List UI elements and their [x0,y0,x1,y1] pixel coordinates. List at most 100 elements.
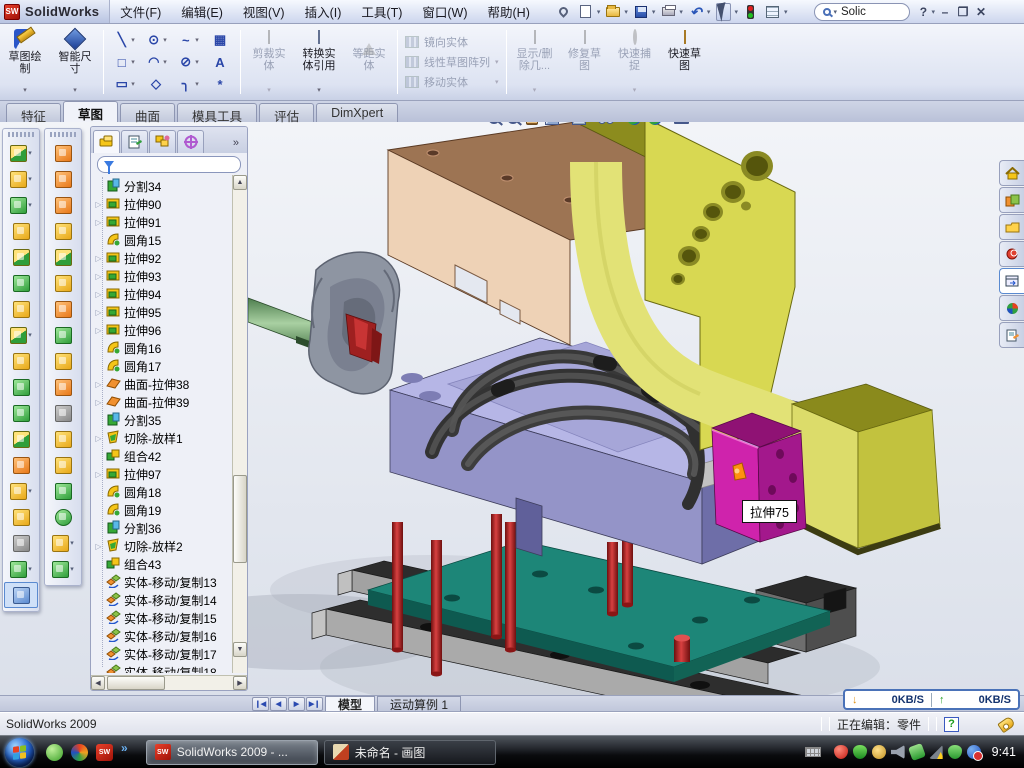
scroll-right-button[interactable]: ▶ [233,676,247,690]
spline-curve-button[interactable]: ▾ [4,556,38,582]
expand-arrow-icon[interactable]: ▷ [94,218,103,227]
design-library-button[interactable] [999,187,1024,213]
lofted-cut-button[interactable] [46,270,80,296]
combine-bodies-button[interactable] [4,426,38,452]
menu-item-5[interactable]: 窗口(W) [412,0,477,24]
tree-item[interactable]: 实体-移动/复制17 [91,645,232,663]
tree-item[interactable]: 分割36 [91,519,232,537]
sync-center-icon[interactable] [967,745,981,759]
sketch-fillet-tool[interactable]: ╮▾ [173,73,203,95]
tab-DimXpert[interactable]: DimXpert [316,103,398,122]
search-input[interactable]: Solic [841,6,866,18]
tree-item[interactable]: 组合42 [91,447,232,465]
open-icon[interactable] [603,3,623,21]
more-chevron-icon[interactable]: » [121,741,128,755]
freeform-button[interactable] [46,322,80,348]
last-tab-button[interactable]: ▶❙ [306,697,323,711]
shell-button[interactable] [4,244,38,270]
sync-phone-icon[interactable] [908,743,926,761]
trim-box-tool[interactable]: ▦ [205,29,235,51]
offset-surface-button[interactable] [46,478,80,504]
swept-cut-button[interactable] [46,244,80,270]
tree-vertical-scrollbar[interactable]: ▲ ▼ [232,175,247,673]
expand-arrow-icon[interactable]: ▷ [94,308,103,317]
arc-tool[interactable]: ◠▾ [141,51,171,73]
solidworks-search-button[interactable] [999,241,1024,267]
circle-tool[interactable]: ⊙▾ [141,29,171,51]
help-button[interactable]: ? [914,5,932,19]
spline-tool[interactable]: ~▾ [173,29,203,51]
media-player-icon[interactable] [71,744,88,761]
volume-icon[interactable] [891,745,905,759]
taskbar-clock[interactable]: 9:41 [992,745,1016,759]
tree-item[interactable]: 组合43 [91,555,232,573]
expand-arrow-icon[interactable]: ▷ [94,200,103,209]
planar-surface-button[interactable] [46,296,80,322]
slot-tool[interactable]: ▭▾ [109,73,139,95]
intersect-button[interactable] [46,426,80,452]
tree-item[interactable]: ▷曲面-拉伸38 [91,375,232,393]
menu-item-2[interactable]: 视图(V) [233,0,295,24]
design-checker-icon[interactable] [763,3,783,21]
rebuild-lights-icon[interactable] [741,3,761,21]
tags-icon[interactable] [997,715,1016,733]
tab-configurationmanager[interactable] [149,130,176,153]
tab-特征[interactable]: 特征 [6,103,61,122]
draft-button[interactable] [4,270,38,296]
spline-tool-button[interactable]: ▾ [46,556,80,582]
scrollbar-thumb[interactable] [107,676,165,690]
expand-arrow-icon[interactable]: ▷ [94,380,103,389]
expand-arrow-icon[interactable]: ▷ [94,470,103,479]
tree-horizontal-scrollbar[interactable]: ◀ ▶ [91,675,247,690]
drag-handle[interactable] [50,132,76,137]
expand-arrow-icon[interactable]: ▷ [94,434,103,443]
swept-boss-button[interactable] [46,140,80,166]
tree-item[interactable]: 实体-移动/复制18 [91,663,232,673]
start-button[interactable] [5,738,34,767]
appearances-scenes-button[interactable] [999,295,1024,321]
lofted-boss-button[interactable] [46,192,80,218]
tree-item[interactable]: ▷切除-放样2 [91,537,232,555]
doc-tab-模型[interactable]: 模型 [325,696,375,712]
转换实体引用-button[interactable]: 转换实 体引用▾ [294,24,344,100]
print-icon[interactable] [658,3,678,21]
health-shield-icon[interactable] [948,745,962,759]
restore-button[interactable]: ❐ [954,5,972,19]
menu-item-4[interactable]: 工具(T) [351,0,412,24]
ruled-surface-button[interactable] [46,504,80,530]
tab-propertymanager[interactable] [121,130,148,153]
tab-评估[interactable]: 评估 [259,103,314,122]
expand-arrow-icon[interactable]: ▷ [94,326,103,335]
boundary-boss-button[interactable] [46,218,80,244]
move-copy-body-button[interactable] [4,452,38,478]
knit-surface-button[interactable] [46,452,80,478]
wrap-button[interactable] [4,296,38,322]
tree-item[interactable]: 分割34 [91,177,232,195]
tree-item[interactable]: 圆角19 [91,501,232,519]
polygon-tool[interactable]: ◇ [141,73,171,95]
tree-item[interactable]: ▷拉伸92 [91,249,232,267]
next-tab-button[interactable]: ▶ [288,697,305,711]
extruded-boss-button[interactable]: ▾ [4,140,38,166]
pin-icon[interactable] [554,3,574,21]
new-document-icon[interactable] [576,3,596,21]
menu-item-3[interactable]: 插入(I) [295,0,352,24]
expand-arrow-icon[interactable]: ▷ [94,542,103,551]
tree-filter-input[interactable] [97,156,241,173]
tree-item[interactable]: 圆角17 [91,357,232,375]
tree-item[interactable]: 实体-移动/复制16 [91,627,232,645]
menu-item-0[interactable]: 文件(F) [110,0,171,24]
select-icon[interactable] [713,3,733,21]
delete-body-button[interactable] [46,400,80,426]
extruded-cut-button[interactable]: ▾ [4,166,38,192]
scroll-left-button[interactable]: ◀ [91,676,105,690]
dome-button[interactable] [4,400,38,426]
ellipse-tool[interactable]: ⊘▾ [173,51,203,73]
prev-tab-button[interactable]: ◀ [270,697,287,711]
split-feature-button[interactable]: ▾ [4,478,38,504]
scrollbar-thumb[interactable] [233,475,247,563]
tree-item[interactable]: ▷拉伸90 [91,195,232,213]
menu-item-1[interactable]: 编辑(E) [171,0,233,24]
annotations-icon[interactable] [790,3,810,21]
tree-item[interactable]: ▷拉伸94 [91,285,232,303]
